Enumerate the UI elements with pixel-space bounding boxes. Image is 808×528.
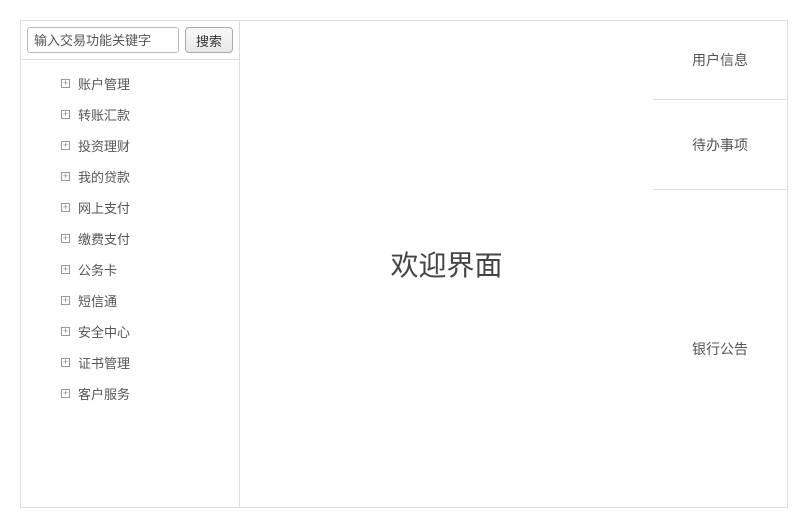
- search-input[interactable]: [27, 27, 179, 53]
- plus-icon: [61, 234, 70, 243]
- nav-item-label: 我的贷款: [78, 167, 130, 186]
- main-content: 欢迎界面: [240, 20, 653, 508]
- panel-label: 用户信息: [692, 50, 748, 70]
- plus-icon: [61, 172, 70, 181]
- nav-item-label: 短信通: [78, 291, 117, 310]
- plus-icon: [61, 296, 70, 305]
- nav-item-label: 公务卡: [78, 260, 117, 279]
- panel-todo[interactable]: 待办事项: [653, 100, 788, 190]
- plus-icon: [61, 358, 70, 367]
- plus-icon: [61, 79, 70, 88]
- right-column: 用户信息 待办事项 银行公告: [653, 20, 788, 508]
- welcome-title: 欢迎界面: [390, 244, 502, 284]
- plus-icon: [61, 327, 70, 336]
- nav-item-label: 缴费支付: [78, 229, 130, 248]
- nav-item-label: 证书管理: [78, 353, 130, 372]
- nav-item-bill-payment[interactable]: 缴费支付: [21, 223, 239, 254]
- panel-user-info[interactable]: 用户信息: [653, 20, 788, 100]
- plus-icon: [61, 110, 70, 119]
- plus-icon: [61, 141, 70, 150]
- plus-icon: [61, 203, 70, 212]
- panel-label: 待办事项: [692, 135, 748, 155]
- nav-item-investment[interactable]: 投资理财: [21, 130, 239, 161]
- plus-icon: [61, 265, 70, 274]
- nav-item-security-center[interactable]: 安全中心: [21, 316, 239, 347]
- search-button[interactable]: 搜索: [185, 27, 233, 53]
- search-bar: 搜索: [21, 21, 239, 60]
- nav-item-label: 客户服务: [78, 384, 130, 403]
- nav-item-label: 账户管理: [78, 74, 130, 93]
- nav-item-transfer-remittance[interactable]: 转账汇款: [21, 99, 239, 130]
- plus-icon: [61, 389, 70, 398]
- panel-label: 银行公告: [692, 339, 748, 359]
- nav-item-certificate-management[interactable]: 证书管理: [21, 347, 239, 378]
- nav-item-label: 网上支付: [78, 198, 130, 217]
- nav-item-account-management[interactable]: 账户管理: [21, 68, 239, 99]
- nav-item-my-loans[interactable]: 我的贷款: [21, 161, 239, 192]
- nav-item-online-payment[interactable]: 网上支付: [21, 192, 239, 223]
- nav-item-label: 投资理财: [78, 136, 130, 155]
- nav-list: 账户管理 转账汇款 投资理财 我的贷款 网上支付 缴费支付: [21, 60, 239, 507]
- nav-item-label: 转账汇款: [78, 105, 130, 124]
- nav-item-label: 安全中心: [78, 322, 130, 341]
- nav-item-sms-service[interactable]: 短信通: [21, 285, 239, 316]
- app-frame: 搜索 账户管理 转账汇款 投资理财 我的贷款 网上支付: [20, 20, 788, 508]
- panel-bank-notice[interactable]: 银行公告: [653, 190, 788, 508]
- sidebar: 搜索 账户管理 转账汇款 投资理财 我的贷款 网上支付: [20, 20, 240, 508]
- nav-item-customer-service[interactable]: 客户服务: [21, 378, 239, 409]
- nav-item-official-card[interactable]: 公务卡: [21, 254, 239, 285]
